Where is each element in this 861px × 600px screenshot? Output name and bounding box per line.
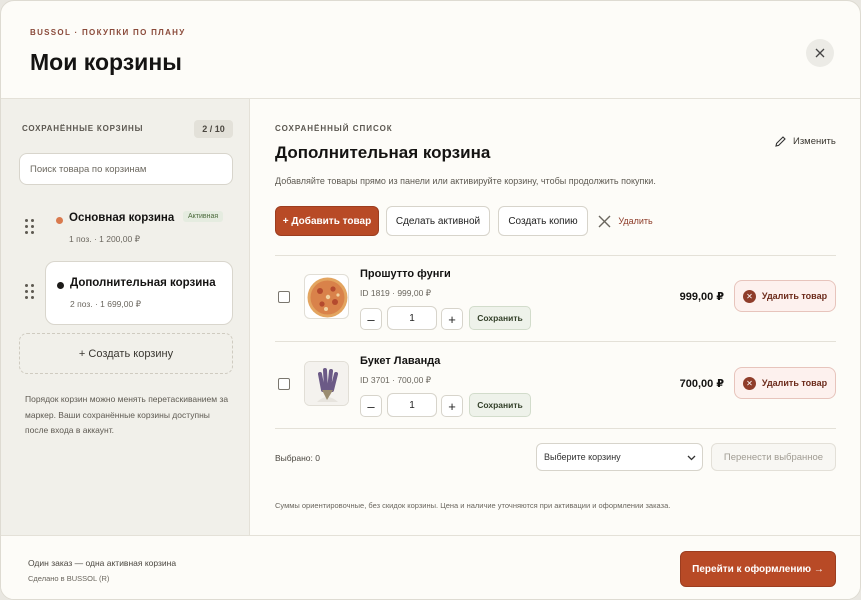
remove-item-label: Удалить товар [761, 378, 828, 388]
qty-increase-button[interactable]: + [441, 308, 463, 330]
modal-header: BUSSOL · ПОКУПКИ ПО ПЛАНУ Мои корзины [1, 1, 860, 99]
section-eyebrow: СОХРАНЁННЫЙ СПИСОК [275, 124, 393, 133]
sidebar-heading: СОХРАНЁННЫЕ КОРЗИНЫ [22, 124, 144, 133]
cart-detail-panel: СОХРАНЁННЫЙ СПИСОК Дополнительная корзин… [251, 99, 860, 535]
item-price: 700,00 ₽ [679, 378, 724, 390]
edit-button[interactable]: Изменить [774, 135, 836, 148]
checkout-button[interactable]: Перейти к оформлению → [680, 551, 836, 587]
cart-item-row: Букет Лаванда ID 3701 · 700,00 ₽ – + Сох… [275, 343, 836, 425]
cart-search-input[interactable] [19, 153, 233, 185]
divider [275, 341, 836, 342]
save-item-button[interactable]: Сохранить [469, 393, 531, 417]
quantity-input[interactable] [387, 393, 437, 417]
cart-title: Дополнительная корзина [275, 143, 491, 162]
save-item-button[interactable]: Сохранить [469, 306, 531, 330]
divider [275, 428, 836, 429]
pencil-icon [775, 136, 786, 147]
drag-handle-icon[interactable] [25, 284, 35, 300]
chevron-down-icon [687, 455, 696, 461]
header-eyebrow: BUSSOL · ПОКУПКИ ПО ПЛАНУ [30, 28, 186, 37]
create-cart-button[interactable]: + Создать корзину [19, 333, 233, 374]
close-icon [815, 48, 825, 58]
cart-status-dot [56, 217, 63, 224]
close-button[interactable] [806, 39, 834, 67]
add-item-button[interactable]: + Добавить товар [275, 206, 379, 236]
delete-cart-button[interactable]: Удалить [594, 206, 656, 236]
cart-item-main[interactable]: Основная корзина Активная 1 поз. · 1 200… [45, 197, 233, 261]
copy-cart-button[interactable]: Создать копию [498, 206, 588, 236]
qty-decrease-button[interactable]: – [360, 308, 382, 330]
remove-item-button[interactable]: ✕ Удалить товар [734, 280, 836, 312]
product-id: ID 3701 · 700,00 ₽ [360, 375, 432, 385]
carts-modal: BUSSOL · ПОКУПКИ ПО ПЛАНУ Мои корзины СО… [0, 0, 861, 600]
lavender-bouquet-image [305, 362, 348, 405]
cart-description: Добавляйте товары прямо из панели или ак… [275, 176, 656, 186]
cart-item-row: Прошутто фунги ID 1819 · 999,00 ₽ – + Со… [275, 256, 836, 338]
target-cart-select[interactable]: Выберите корзину [536, 443, 703, 471]
product-id: ID 1819 · 999,00 ₽ [360, 288, 432, 298]
item-price: 999,00 ₽ [679, 291, 724, 303]
footer-rule: Один заказ — одна активная корзина [28, 558, 177, 568]
delete-label: Удалить [618, 216, 653, 226]
product-name: Прошутто фунги [360, 268, 451, 280]
sidebar-note: Порядок корзин можно менять перетаскиван… [25, 394, 229, 435]
footer-credit: Сделано в BUSSOL (R) [28, 574, 110, 583]
product-thumbnail [304, 274, 349, 319]
modal-footer: Один заказ — одна активная корзина Сдела… [1, 535, 860, 599]
page-title: Мои корзины [30, 49, 182, 75]
cart-name: Дополнительная корзина [70, 277, 216, 289]
select-value: Выберите корзину [544, 452, 621, 462]
cart-name: Основная корзина [69, 212, 175, 224]
item-checkbox[interactable] [278, 291, 290, 303]
price-disclaimer: Суммы ориентировочные, без скидок корзин… [275, 501, 671, 510]
selected-count: Выбрано: 0 [275, 453, 320, 463]
item-checkbox[interactable] [278, 378, 290, 390]
cart-item-additional[interactable]: Дополнительная корзина 2 поз. · 1 699,00… [45, 261, 233, 325]
close-icon: ✕ [742, 289, 756, 303]
remove-item-button[interactable]: ✕ Удалить товар [734, 367, 836, 399]
transfer-selected-button[interactable]: Перенести выбранное [711, 443, 836, 471]
quantity-input[interactable] [387, 306, 437, 330]
cart-status-dot [57, 282, 64, 289]
cart-meta: 2 поз. · 1 699,00 ₽ [70, 299, 141, 309]
qty-decrease-button[interactable]: – [360, 395, 382, 417]
qty-increase-button[interactable]: + [441, 395, 463, 417]
carts-count-badge: 2 / 10 [194, 120, 233, 138]
pizza-image [307, 277, 348, 318]
drag-handle-icon[interactable] [25, 219, 35, 235]
edit-label: Изменить [793, 136, 836, 147]
close-icon: ✕ [742, 376, 756, 390]
active-badge: Активная [183, 211, 224, 222]
cart-meta: 1 поз. · 1 200,00 ₽ [69, 234, 140, 244]
make-active-button[interactable]: Сделать активной [386, 206, 490, 236]
product-thumbnail [304, 361, 349, 406]
product-name: Букет Лаванда [360, 355, 441, 367]
remove-item-label: Удалить товар [761, 291, 828, 301]
saved-carts-sidebar: СОХРАНЁННЫЕ КОРЗИНЫ 2 / 10 Основная корз… [1, 99, 250, 535]
close-icon [598, 215, 611, 227]
